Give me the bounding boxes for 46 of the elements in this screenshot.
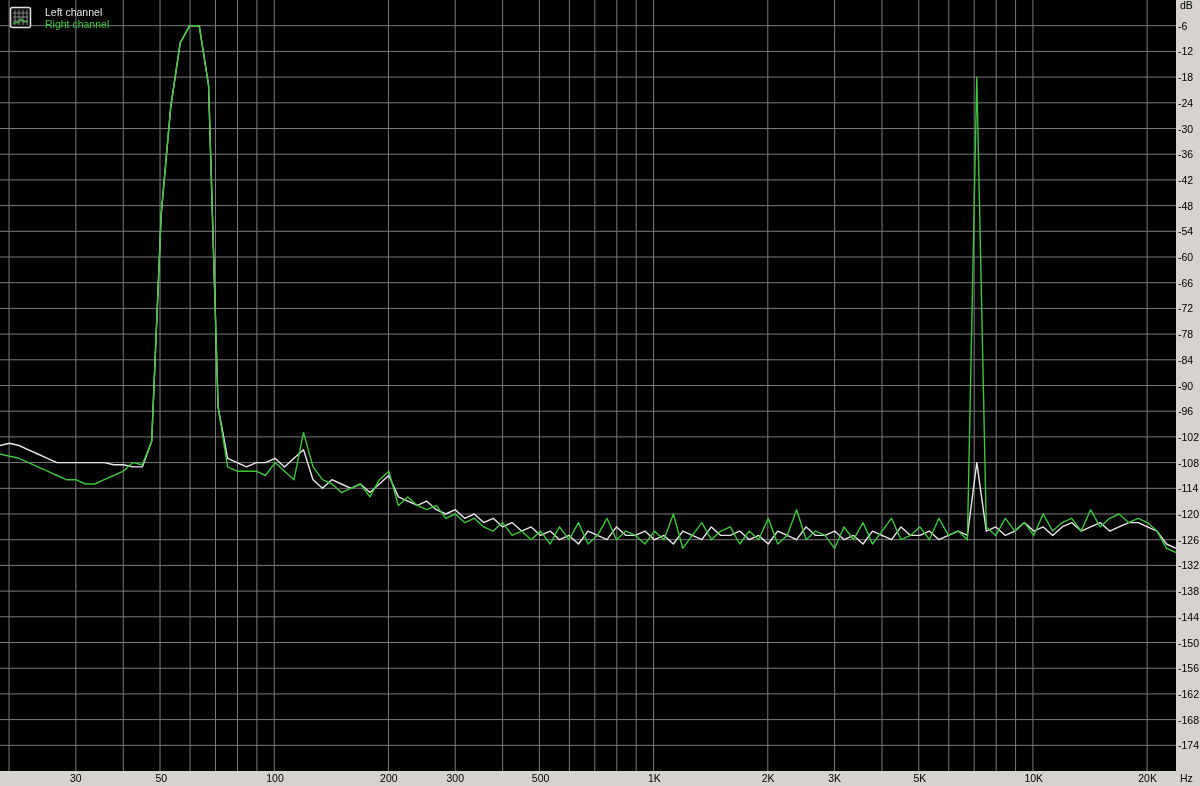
y-tick-label: -120 [1178,508,1199,520]
y-axis-unit: dB [1180,0,1193,11]
y-tick-label: -108 [1178,456,1199,469]
x-tick-label: 20K [1138,772,1157,784]
x-tick-label: 10K [1024,772,1044,784]
y-tick-label: -36 [1178,148,1194,161]
y-tick-label: -156 [1178,662,1199,675]
x-tick-label: 500 [531,772,550,784]
x-tick-label: 200 [380,772,398,784]
x-tick-label: 3K [828,772,841,784]
y-tick-label: -138 [1178,585,1199,598]
y-tick-label: -102 [1178,430,1199,443]
x-tick-label: 2K [761,772,775,784]
y-tick-label: -60 [1178,251,1194,263]
y-tick-label: -126 [1178,533,1199,546]
y-tick-label: -150 [1178,636,1199,649]
x-tick-label: 30 [70,772,82,784]
y-tick-label: -72 [1178,302,1194,315]
legend-icon [9,6,32,29]
y-tick-label: -42 [1178,173,1194,186]
y-tick-label: -78 [1178,328,1194,341]
legend-label: Right channel [45,18,110,30]
x-axis-unit: Hz [1180,772,1193,784]
legend-label: Left channel [45,6,103,18]
y-tick-label: -66 [1178,276,1194,289]
y-tick-label: -96 [1178,405,1194,418]
y-tick-label: -162 [1178,687,1199,700]
x-tick-label: 50 [155,772,168,784]
y-tick-label: -48 [1178,199,1194,212]
y-tick-label: -114 [1178,482,1199,495]
y-tick-label: -24 [1178,96,1194,109]
x-tick-label: 5K [913,772,927,784]
y-tick-label: -90 [1178,379,1194,392]
y-tick-label: -174 [1178,739,1199,752]
y-tick-label: -54 [1178,225,1194,238]
x-tick-label: 1K [647,772,661,784]
y-tick-label: -84 [1178,353,1194,366]
y-tick-label: -132 [1178,559,1199,572]
y-tick-label: -168 [1178,713,1199,726]
y-tick-label: -18 [1178,71,1194,84]
y-tick-label: -6 [1178,19,1188,32]
y-tick-label: -12 [1178,45,1194,58]
x-tick-label: 100 [266,772,284,784]
y-tick-label: -144 [1178,610,1199,623]
y-tick-label: -30 [1178,122,1194,135]
x-tick-label: 300 [446,772,464,784]
